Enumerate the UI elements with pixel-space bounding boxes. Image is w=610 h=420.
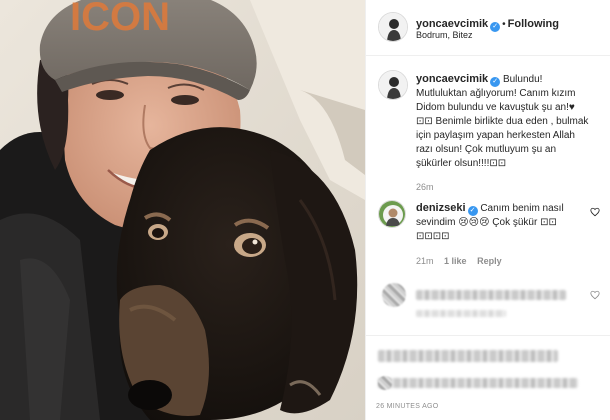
comment-line: sevindim 😢😢😢 Çok şükür ⊡⊡ (416, 217, 557, 228)
comment-username[interactable]: denizseki (416, 202, 466, 214)
post-timestamp[interactable]: 26 MINUTES AGO (376, 403, 439, 410)
comment-time[interactable]: 21m (416, 256, 434, 266)
comment-line: ⊡⊡⊡⊡ (416, 231, 450, 242)
caption-avatar[interactable] (378, 70, 408, 100)
caption-line: razı olsun! Çok mutluyum şu an (416, 144, 557, 155)
cap-logo-text: ICON (70, 0, 170, 39)
post-caption: yoncaevcimik ✓ Bulundu! Mutluluktan ağlıy… (416, 72, 601, 171)
photo-illustration: ICON (0, 0, 365, 420)
verified-badge-icon: ✓ (490, 22, 501, 32)
post-photo[interactable]: ICON (0, 0, 365, 420)
caption-time[interactable]: 26m (416, 182, 434, 192)
caption-line: şükürler olsun!!!!⊡⊡ (416, 158, 507, 169)
blurred-avatar (378, 376, 392, 390)
blurred-actions (378, 350, 558, 362)
caption-line: için paylaşım yapan herkesten Allah (416, 130, 575, 141)
comment-body: denizseki ✓ Canım benim nasıl sevindim 😢😢… (416, 201, 591, 244)
comment-line: Canım benim nasıl (480, 203, 564, 214)
post-location[interactable]: Bodrum, Bitez (416, 30, 473, 40)
comment-reply-button[interactable]: Reply (477, 256, 502, 266)
verified-badge-icon: ✓ (467, 206, 478, 216)
verified-badge-icon: ✓ (490, 77, 501, 87)
heart-icon[interactable] (590, 290, 600, 300)
comment-meta: 21m 1 like Reply (416, 256, 502, 266)
following-button[interactable]: Following (508, 18, 559, 30)
divider (366, 335, 610, 336)
author-avatar[interactable] (378, 12, 408, 42)
post-side-panel: yoncaevcimik ✓ • Following Bodrum, Bitez yo… (365, 0, 610, 420)
author-username[interactable]: yoncaevcimik (416, 18, 488, 30)
blurred-comment-meta (416, 310, 506, 317)
comment-avatar-image (379, 201, 405, 227)
comment-likes[interactable]: 1 like (444, 256, 467, 266)
separator-dot: • (502, 19, 506, 30)
caption-line: Didom bulundu ve kavuştuk şu an!♥ (416, 102, 575, 113)
caption-line: ⊡⊡ Benimle birlikte dua eden , bulmak (416, 116, 589, 127)
post-header: yoncaevcimik ✓ • Following Bodrum, Bitez (366, 0, 610, 56)
caption-line: Mutluluktan ağlıyorum! Canım kızım (416, 88, 576, 99)
blurred-avatar (382, 283, 406, 307)
caption-avatar-image (379, 71, 407, 99)
heart-icon[interactable] (590, 207, 600, 217)
author-avatar-image (379, 13, 407, 41)
blurred-comment-text (416, 290, 566, 300)
blurred-likes (378, 378, 578, 388)
caption-username[interactable]: yoncaevcimik (416, 73, 488, 85)
caption-line: Bulundu! (502, 74, 543, 85)
comment-avatar[interactable] (378, 200, 406, 228)
